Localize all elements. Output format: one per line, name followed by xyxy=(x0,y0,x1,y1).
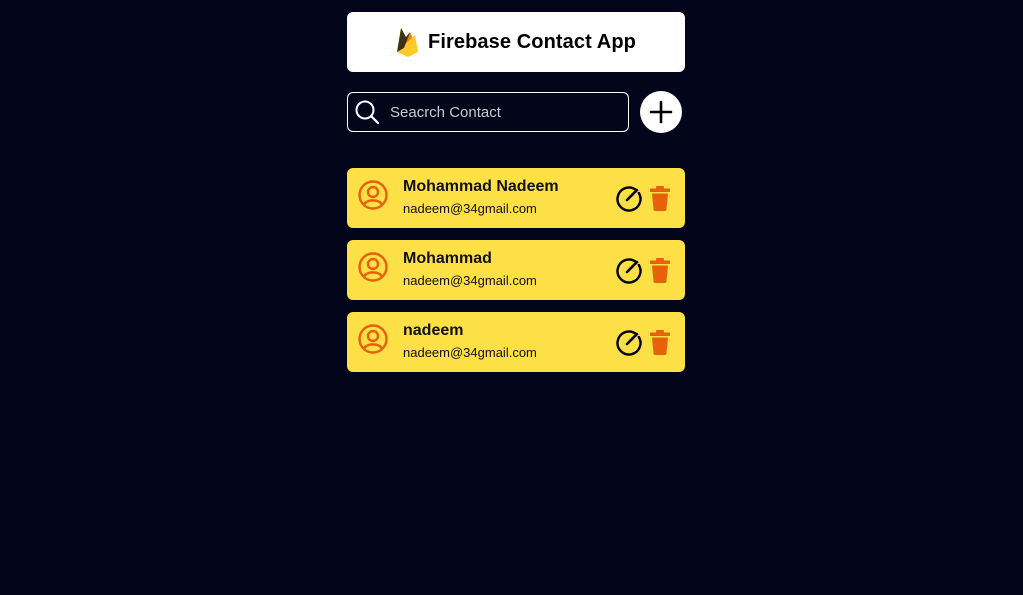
user-circle-icon xyxy=(357,179,389,211)
contact-email: nadeem@34gmail.com xyxy=(403,200,537,216)
toolbar xyxy=(347,91,685,133)
app-title: Firebase Contact App xyxy=(428,30,636,53)
trash-icon[interactable] xyxy=(647,256,673,289)
contact-email: nadeem@34gmail.com xyxy=(403,272,537,288)
contact-card: Mohammad nadeem@34gmail.com xyxy=(347,240,685,300)
user-circle-icon xyxy=(357,323,389,355)
trash-icon[interactable] xyxy=(647,328,673,361)
contact-actions xyxy=(615,184,673,217)
search-icon xyxy=(354,99,380,125)
app-header: Firebase Contact App xyxy=(347,12,685,72)
contact-email: nadeem@34gmail.com xyxy=(403,344,537,360)
edit-icon[interactable] xyxy=(615,256,643,289)
contact-name: Mohammad Nadeem xyxy=(403,177,559,195)
add-contact-button[interactable] xyxy=(640,91,682,133)
contact-info: nadeem nadeem@34gmail.com xyxy=(403,321,537,362)
contact-actions xyxy=(615,256,673,289)
contact-name: nadeem xyxy=(403,321,464,339)
search-box[interactable] xyxy=(347,92,629,132)
contact-info: Mohammad nadeem@34gmail.com xyxy=(403,249,537,290)
contact-list: Mohammad Nadeem nadeem@34gmail.com Moham… xyxy=(347,168,685,372)
edit-icon[interactable] xyxy=(615,184,643,217)
contact-card: nadeem nadeem@34gmail.com xyxy=(347,312,685,372)
trash-icon[interactable] xyxy=(647,184,673,217)
user-circle-icon xyxy=(357,251,389,283)
edit-icon[interactable] xyxy=(615,328,643,361)
firebase-flame-icon xyxy=(396,26,420,58)
plus-icon xyxy=(649,100,673,124)
contact-card: Mohammad Nadeem nadeem@34gmail.com xyxy=(347,168,685,228)
contact-name: Mohammad xyxy=(403,249,492,267)
contact-app: Firebase Contact App Seacrch Contact Moh… xyxy=(347,12,685,372)
contact-actions xyxy=(615,328,673,361)
contact-info: Mohammad Nadeem nadeem@34gmail.com xyxy=(403,177,559,218)
search-input[interactable] xyxy=(388,102,622,122)
